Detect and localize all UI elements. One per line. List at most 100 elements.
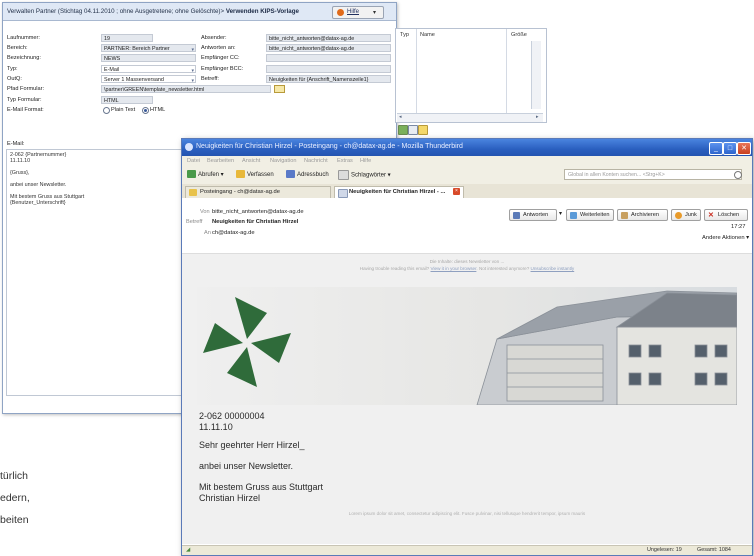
scroll-right-icon[interactable]: ▸ <box>536 114 539 120</box>
email-format-label: E-Mail Format: <box>7 107 44 113</box>
email-label: E-Mail: <box>7 141 25 147</box>
to-address[interactable]: ch@datax-ag.de <box>212 230 255 236</box>
column-divider <box>416 29 417 122</box>
menu-nachricht[interactable]: Nachricht <box>304 158 328 164</box>
menu-datei[interactable]: Datei <box>187 158 200 164</box>
add-attachment-button[interactable] <box>398 125 408 135</box>
menu-navigation[interactable]: Navigation <box>270 158 296 164</box>
forward-button[interactable]: Weiterleiten <box>566 209 614 221</box>
delete-icon: ✕ <box>708 212 714 219</box>
global-search-input[interactable]: Global in allen Konten suchen... <Strg+K… <box>564 169 742 180</box>
from-address[interactable]: bitte_nicht_antworten@datax-ag.de <box>212 209 304 215</box>
kips-titlebar: Verwalten Partner (Stichtag 04.11.2010 ;… <box>3 3 396 21</box>
betreff-label: Betreff <box>186 219 203 225</box>
adressbuch-button[interactable]: Adressbuch <box>286 170 329 180</box>
menu-hilfe[interactable]: Hilfe <box>360 158 371 164</box>
verfassen-button[interactable]: Verfassen <box>236 170 274 180</box>
menu-bearbeiten[interactable]: Bearbeiten <box>207 158 234 164</box>
open-attachment-button[interactable] <box>418 125 428 135</box>
maximize-button[interactable]: □ <box>723 142 737 155</box>
bereich-select[interactable]: PARTNER: Bereich Partner ▾ <box>101 44 196 52</box>
archive-button[interactable]: Archivieren <box>617 209 668 221</box>
antworten-label: Antworten an: <box>201 45 236 51</box>
compose-icon <box>236 170 245 179</box>
delete-attachment-button[interactable] <box>408 125 418 135</box>
newsletter-line: Christian Hirzel <box>199 493 261 503</box>
newsletter-body: Die Inhalte: dieses Newsletter von ... H… <box>182 254 752 544</box>
minimize-button[interactable]: _ <box>709 142 723 155</box>
kips-title: Verwalten Partner (Stichtag 04.11.2010 ;… <box>7 8 299 15</box>
email-body-textarea[interactable]: 2-062 {Partnernummer} 11.11.10 {Gruss}, … <box>6 149 191 396</box>
plain-text-radio[interactable] <box>103 107 110 114</box>
dropdown-arrow-icon: ▾ <box>191 47 194 52</box>
typ-select[interactable]: E-Mail ▾ <box>101 65 196 73</box>
outq-select[interactable]: Server 1 Massenversand ▾ <box>101 75 196 83</box>
other-actions-button[interactable]: Andere Aktionen ▾ <box>702 235 749 241</box>
menu-ansicht[interactable]: Ansicht <box>242 158 260 164</box>
bezeichnung-field[interactable]: NEWS <box>101 54 196 62</box>
total-count: Gesamt: 1084 <box>697 547 731 553</box>
thunderbird-window: Neuigkeiten für Christian Hirzel - Poste… <box>181 138 753 556</box>
html-radio[interactable] <box>142 107 149 114</box>
reply-button[interactable]: Antworten <box>509 209 557 221</box>
schlagwoerter-button[interactable]: Schlagwörter ▾ <box>338 170 391 180</box>
attachments-list[interactable]: Typ Name Größe ◂ ▸ <box>395 28 547 123</box>
edge-text: edern, <box>0 492 30 504</box>
newsletter-notice-links: Having trouble reading this email? View … <box>359 266 575 271</box>
close-button[interactable]: ✕ <box>737 142 751 155</box>
pfad-field[interactable]: \partner\GREEN\template_newsletter.html <box>101 85 271 93</box>
subject: Neuigkeiten für Christian Hirzel <box>212 219 299 225</box>
laufnummer-field[interactable]: 19 <box>101 34 153 42</box>
help-button[interactable]: Hilfe ▾ <box>332 6 384 19</box>
delete-button[interactable]: ✕ Löschen <box>704 209 748 221</box>
address-book-icon <box>286 170 295 179</box>
col-typ-header: Typ <box>400 32 410 38</box>
help-icon <box>337 9 344 16</box>
bcc-field[interactable] <box>266 65 391 73</box>
pfad-label: Pfad Formular: <box>7 86 44 92</box>
junk-icon <box>675 212 682 219</box>
col-name-header: Name <box>420 32 435 38</box>
vertical-scrollbar[interactable] <box>531 41 541 109</box>
horizontal-scrollbar[interactable]: ◂ ▸ <box>397 113 543 122</box>
column-divider <box>506 29 507 122</box>
betreff-label: Betreff: <box>201 76 219 82</box>
plain-text-label: Plain Text <box>111 107 136 113</box>
email-line: 11.11.10 <box>10 158 31 164</box>
newsletter-footer: Lorem ipsum dolor sit amet, consectetur … <box>348 511 586 516</box>
reply-dropdown-icon[interactable]: ▾ <box>559 211 562 217</box>
col-size-header: Größe <box>511 32 527 38</box>
email-line: {Benutzer_Unterschrift} <box>10 200 66 206</box>
edge-text: türlich <box>0 470 29 482</box>
bezeichnung-label: Bezeichnung: <box>7 55 41 61</box>
newsletter-banner-image <box>197 287 737 405</box>
folder-browse-button[interactable] <box>274 85 285 93</box>
menu-bar: Datei Bearbeiten Ansicht Navigation Nach… <box>182 156 752 166</box>
abrufen-button[interactable]: Abrufen ▾ <box>187 170 224 180</box>
outq-label: OutQ: <box>7 76 22 82</box>
get-mail-icon <box>187 170 196 179</box>
tab-message[interactable]: Neuigkeiten für Christian Hirzel - ... <box>334 186 464 198</box>
search-icon[interactable] <box>734 171 742 179</box>
close-tab-icon[interactable]: × <box>453 188 460 195</box>
unsubscribe-link[interactable]: Unsubscribe instantly <box>531 266 575 271</box>
unread-count: Ungelesen: 19 <box>647 547 682 553</box>
betreff-field[interactable]: Neuigkeiten für {Anschrift_Namenszeile1} <box>266 75 391 83</box>
menu-extras[interactable]: Extras <box>337 158 353 164</box>
email-line: anbei unser Newsletter. <box>10 182 67 188</box>
scroll-left-icon[interactable]: ◂ <box>399 114 402 120</box>
typ-label: Typ: <box>7 66 18 72</box>
newsletter-line: anbei unser Newsletter. <box>199 461 294 471</box>
typ-formular-field[interactable]: HTML <box>101 96 153 104</box>
tab-inbox[interactable]: Posteingang - ch@datax-ag.de <box>185 186 331 198</box>
tab-bar: Posteingang - ch@datax-ag.de Neuigkeiten… <box>182 184 752 199</box>
antworten-field[interactable]: bitte_nicht_antworten@datax-ag.de <box>266 44 391 52</box>
green-pinwheel-logo <box>203 297 291 387</box>
thunderbird-titlebar: Neuigkeiten für Christian Hirzel - Poste… <box>182 139 752 156</box>
help-label: Hilfe <box>347 9 360 15</box>
junk-button[interactable]: Junk <box>671 209 701 221</box>
absender-field[interactable]: bitte_nicht_antworten@datax-ag.de <box>266 34 391 42</box>
laufnummer-label: Laufnummer: <box>7 35 40 41</box>
cc-field[interactable] <box>266 54 391 62</box>
view-in-browser-link[interactable]: View it in your browser <box>431 266 477 271</box>
